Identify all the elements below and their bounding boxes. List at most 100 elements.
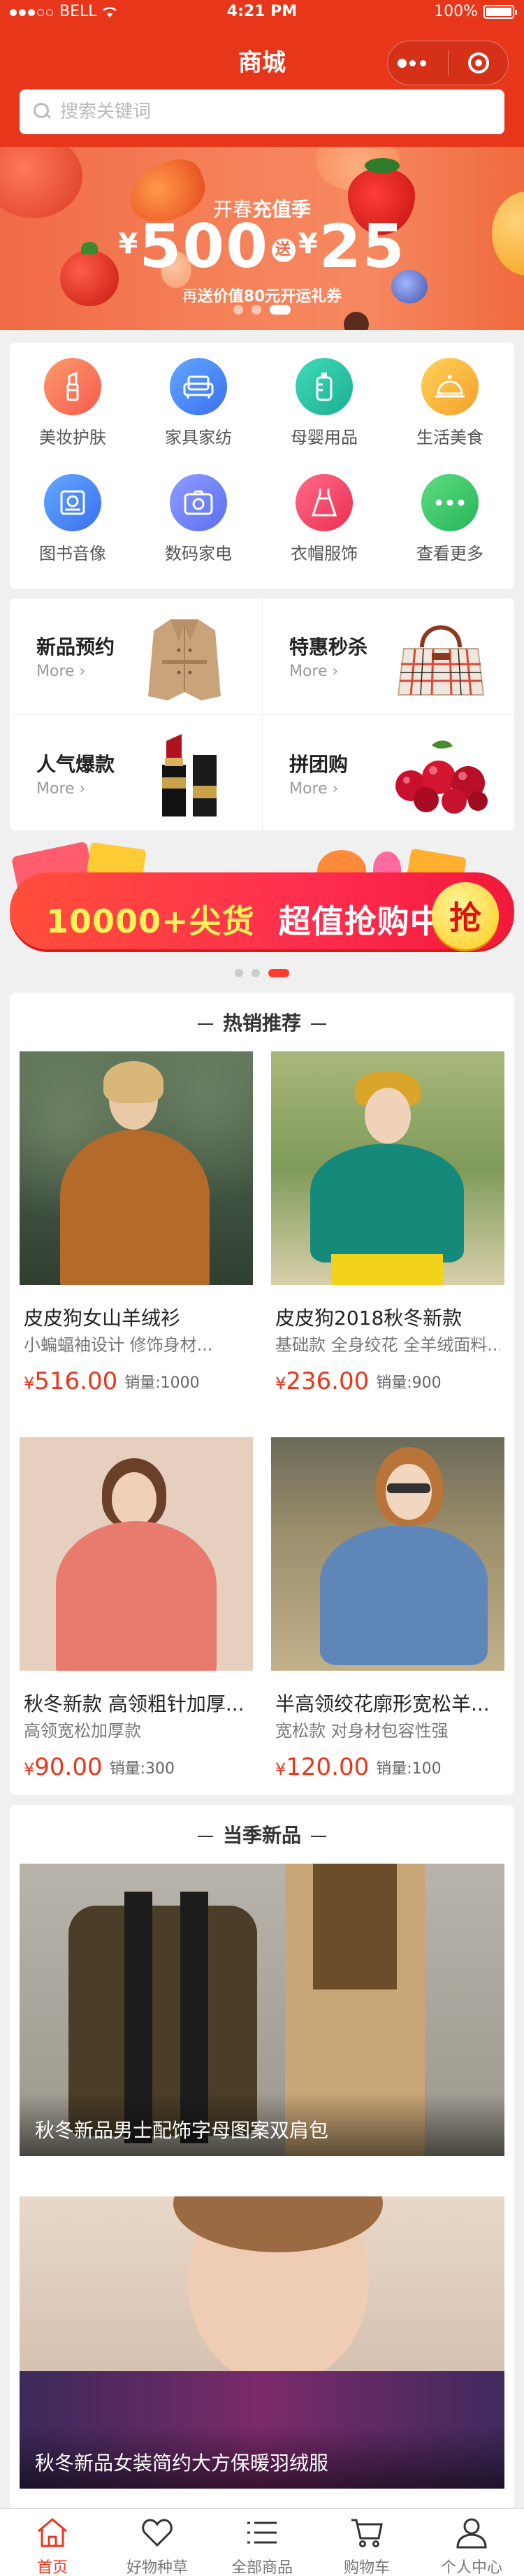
category-label: 母婴用品: [291, 428, 358, 447]
banner-pagination: [0, 305, 524, 315]
product-price: ¥236.00 销量:900: [275, 1367, 442, 1395]
tab-label: 全部商品: [231, 2559, 293, 2576]
tab-bar: 首页 好物种草 全部商品 购物车 个人中心: [0, 2508, 524, 2576]
tab-label: 好物种草: [126, 2559, 188, 2576]
lipstick-image: [162, 734, 217, 816]
dot-icon: [398, 58, 407, 68]
promo-title: 特惠秒杀: [289, 635, 368, 659]
tab-cart[interactable]: 购物车: [314, 2509, 419, 2576]
product-desc: 基础款 全身绞花 全羊绒面料...: [275, 1335, 500, 1355]
product-image: [20, 1051, 253, 1285]
dress-icon: [296, 474, 353, 531]
hot-recommend-section: 热销推荐 皮皮狗女山羊绒衫 小蝙蝠袖设计 修饰身材... ¥516.00 销量:1…: [10, 993, 514, 1795]
cranberries-image: [395, 740, 488, 814]
new-item-card[interactable]: 秋冬新品男士配饰字母图案双肩包: [20, 1864, 504, 2156]
category-digital[interactable]: 数码家电: [136, 459, 261, 570]
chevron-right-icon: ›: [332, 663, 339, 680]
category-label: 美妆护肤: [39, 428, 106, 447]
promo-more-link[interactable]: More ›: [289, 780, 338, 798]
section-title: 热销推荐: [10, 1008, 514, 1036]
home-icon: [38, 2518, 67, 2547]
chevron-right-icon: ›: [332, 780, 339, 798]
category-food[interactable]: 生活美食: [387, 343, 513, 454]
product-card[interactable]: 皮皮狗2018秋冬新款 基础款 全身绞花 全羊绒面料... ¥236.00 销量:…: [271, 1051, 504, 1409]
page-dot[interactable]: [252, 969, 260, 977]
trench-coat-image: [148, 619, 221, 700]
promo-title: 人气爆款: [36, 753, 115, 776]
promo-group-buy[interactable]: 拼团购 More ›: [263, 716, 514, 830]
new-season-section: 当季新品 秋冬新品男士配饰字母图案双肩包 秋冬新品女装简约大方保暖羽绒服: [10, 1805, 514, 2508]
more-menu-button[interactable]: [388, 41, 448, 85]
promo-more-link[interactable]: More ›: [36, 780, 85, 798]
page-dot-active[interactable]: [268, 969, 289, 977]
search-input[interactable]: [60, 101, 479, 122]
cart-icon: [351, 2519, 383, 2547]
close-miniprogram-button[interactable]: [449, 52, 508, 73]
promo-more-link[interactable]: More ›: [289, 663, 338, 680]
product-name: 秋冬新款 高领粗针加厚...: [24, 1692, 245, 1715]
product-card[interactable]: 半高领绞花廓形宽松羊... 宽松款 对身材包容性强 ¥120.00 销量:100: [271, 1437, 504, 1795]
product-sales: 销量:1000: [124, 1374, 200, 1392]
product-card[interactable]: 皮皮狗女山羊绒衫 小蝙蝠袖设计 修饰身材... ¥516.00 销量:1000: [20, 1051, 253, 1409]
search-bar[interactable]: [20, 89, 504, 134]
promo-title: 新品预约: [36, 635, 115, 659]
product-name: 半高领绞花廓形宽松羊...: [275, 1692, 490, 1715]
list-icon: [247, 2521, 277, 2544]
category-furniture[interactable]: 家具家纺: [136, 343, 261, 454]
category-beauty[interactable]: 美妆护肤: [10, 343, 136, 454]
tab-all-products[interactable]: 全部商品: [210, 2509, 314, 2576]
page-dot-active[interactable]: [270, 305, 291, 315]
search-icon: [34, 103, 52, 121]
product-desc: 高领宽松加厚款: [24, 1721, 141, 1741]
dot-icon: [420, 59, 426, 66]
tab-home[interactable]: 首页: [0, 2509, 105, 2576]
tab-label: 购物车: [343, 2559, 390, 2576]
grab-button[interactable]: 抢: [432, 882, 499, 949]
flash-sale-text: 10000+尖货 超值抢购中: [46, 902, 443, 940]
target-close-icon: [467, 52, 489, 73]
category-baby[interactable]: 母婴用品: [261, 343, 387, 454]
promo-new-arrivals[interactable]: 新品预约 More ›: [10, 598, 261, 713]
header: BELL 4:21 PM 100% 商城: [0, 0, 524, 147]
product-price: ¥516.00 销量:1000: [24, 1367, 200, 1395]
tab-label: 首页: [36, 2559, 68, 2576]
product-price: ¥90.00 销量:300: [24, 1753, 175, 1781]
category-label: 衣帽服饰: [291, 544, 358, 563]
category-books[interactable]: 图书音像: [10, 459, 136, 570]
product-price: ¥120.00 销量:100: [275, 1753, 442, 1781]
category-label: 数码家电: [165, 544, 232, 563]
page-dot[interactable]: [252, 305, 261, 315]
promo-grid: 新品预约 More › 特惠秒杀 More › 人气爆款 More › 拼团购 …: [10, 598, 514, 830]
user-icon: [456, 2518, 487, 2549]
tab-profile[interactable]: 个人中心: [419, 2509, 524, 2576]
promo-banner[interactable]: 开春充值季 ¥500 送 ¥25 再送价值80元开运礼券: [0, 147, 524, 330]
page-dot[interactable]: [235, 969, 243, 977]
section-title: 当季新品: [10, 1820, 514, 1848]
chevron-right-icon: ›: [79, 663, 86, 680]
product-sales: 销量:900: [376, 1374, 442, 1392]
new-item-card[interactable]: 秋冬新品女装简约大方保暖羽绒服: [20, 2196, 504, 2489]
sofa-icon: [170, 358, 227, 415]
category-clothing[interactable]: 衣帽服饰: [261, 459, 387, 570]
heart-icon: [142, 2519, 173, 2547]
flash-sale-banner[interactable]: 10000+尖货 超值抢购中 抢: [10, 841, 514, 963]
status-bar: BELL 4:21 PM 100%: [0, 0, 524, 25]
item-caption: 秋冬新品男士配饰字母图案双肩包: [35, 2119, 329, 2142]
promo-flash-deals[interactable]: 特惠秒杀 More ›: [263, 598, 514, 713]
battery-percent: 100%: [434, 3, 478, 20]
product-image: [271, 1051, 504, 1285]
page-dot[interactable]: [233, 305, 243, 315]
category-more[interactable]: 查看更多: [387, 459, 513, 570]
battery-icon: [483, 4, 517, 19]
caption-overlay: 秋冬新品女装简约大方保暖羽绒服: [20, 2426, 504, 2489]
product-image: [271, 1437, 504, 1671]
promo-more-link[interactable]: More ›: [36, 663, 85, 680]
category-grid: 美妆护肤 家具家纺 母婴用品 生活美食 图书音像 数码家电 衣帽服饰 查看更多: [10, 343, 514, 589]
divider: [10, 714, 514, 715]
baby-bottle-icon: [296, 358, 353, 415]
navbar: 商城: [0, 28, 524, 89]
promo-bestsellers[interactable]: 人气爆款 More ›: [10, 716, 261, 830]
camera-icon: [170, 474, 227, 531]
product-card[interactable]: 秋冬新款 高领粗针加厚... 高领宽松加厚款 ¥90.00 销量:300: [20, 1437, 253, 1795]
tab-recommend[interactable]: 好物种草: [105, 2509, 210, 2576]
